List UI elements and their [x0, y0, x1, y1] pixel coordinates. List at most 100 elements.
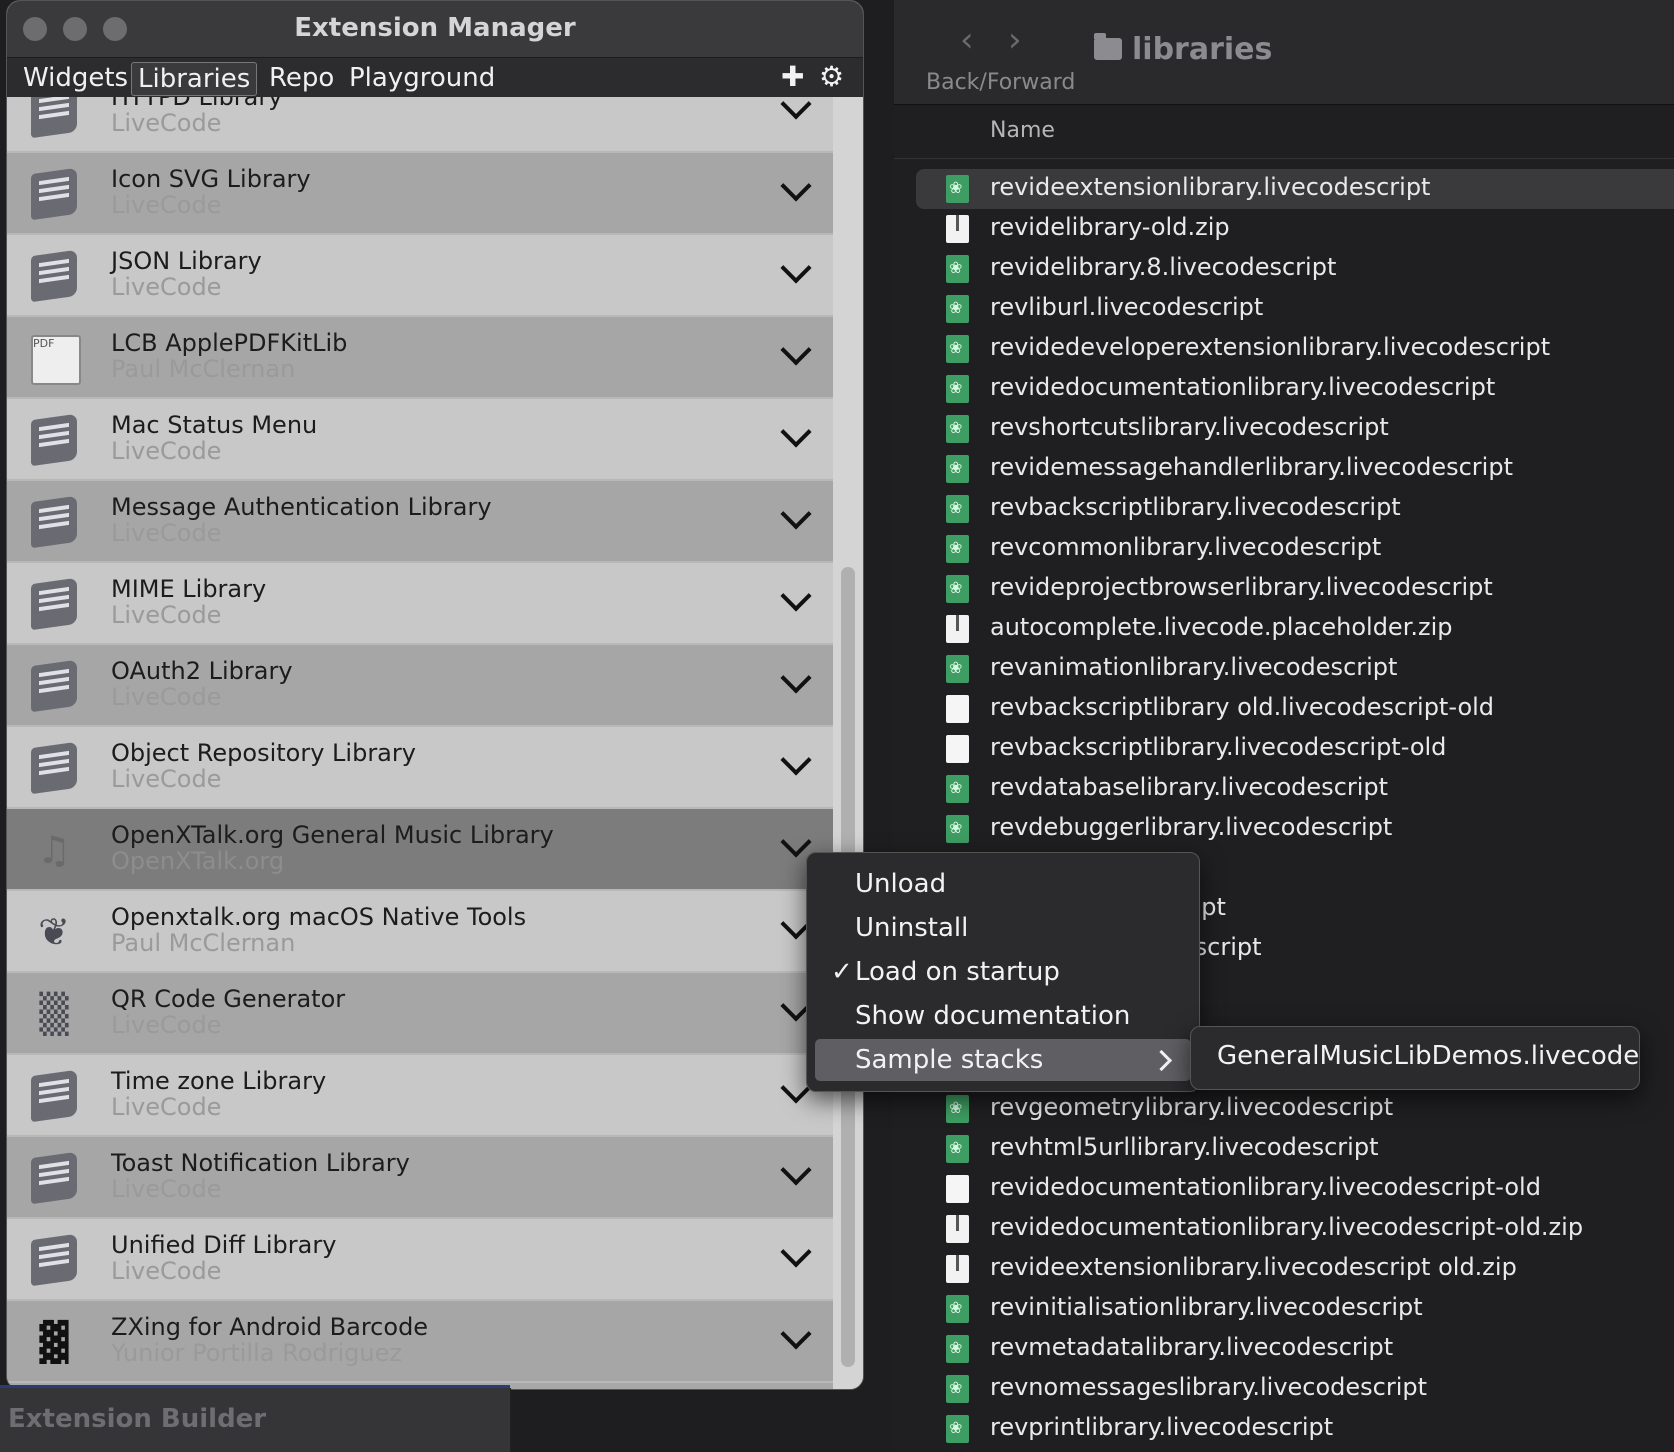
extension-row[interactable]: ❦ Openxtalk.org macOS Native Tools Paul Mc…: [7, 891, 833, 973]
chevron-down-icon[interactable]: [780, 662, 812, 694]
file-row[interactable]: revidedocumentationlibrary.livecodescrip…: [916, 369, 1674, 409]
tab-playground[interactable]: Playground: [343, 62, 501, 94]
extension-list: HTTPD Library LiveCode Icon SVG Library Liv…: [7, 97, 833, 1389]
chevron-down-icon[interactable]: [780, 416, 812, 448]
file-row[interactable]: revcommonlibrary.livecodescript: [916, 529, 1674, 569]
chevron-down-icon[interactable]: [780, 334, 812, 366]
finder-toolbar: ‹ › Back/Forward libraries: [894, 0, 1674, 105]
book-icon: [31, 167, 77, 221]
extension-row[interactable]: ♫ OpenXTalk.org General Music Library Open…: [7, 809, 833, 891]
file-row[interactable]: revbackscriptlibrary.livecodescript: [916, 489, 1674, 529]
menu-item-show-documentation[interactable]: Show documentation: [815, 995, 1191, 1037]
menu-item-label: Sample stacks: [855, 1045, 1044, 1075]
file-row[interactable]: revidelibrary-old.zip: [916, 209, 1674, 249]
file-row[interactable]: revideextensionlibrary.livecodescript ol…: [916, 1249, 1674, 1289]
livecode-script-icon: [946, 1095, 969, 1123]
chevron-down-icon[interactable]: [780, 252, 812, 284]
file-row[interactable]: revanimationlibrary.livecodescript: [916, 649, 1674, 689]
file-row[interactable]: revshortcutslibrary.livecodescript: [916, 409, 1674, 449]
zip-file-icon: [946, 615, 969, 643]
extension-row[interactable]: Icon SVG Library LiveCode: [7, 153, 833, 235]
chevron-down-icon[interactable]: [780, 826, 812, 858]
zip-file-icon: [946, 1255, 969, 1283]
tab-repo[interactable]: Repo: [263, 62, 340, 94]
extension-author: LiveCode: [111, 519, 222, 547]
file-row[interactable]: revgeometrylibrary.livecodescript: [916, 1089, 1674, 1129]
tab-libraries[interactable]: Libraries: [131, 62, 258, 96]
file-row[interactable]: revidedocumentationlibrary.livecodescrip…: [916, 1209, 1674, 1249]
name-column-header[interactable]: Name: [894, 104, 1674, 159]
extension-row[interactable]: PDF LCB ApplePDFKitLib Paul McClernan: [7, 317, 833, 399]
nav-caption: Back/Forward: [926, 70, 1076, 95]
chevron-down-icon[interactable]: [780, 498, 812, 530]
file-row[interactable]: revidemessagehandlerlibrary.livecodescri…: [916, 449, 1674, 489]
file-name: revdebuggerlibrary.livecodescript: [990, 813, 1393, 841]
file-row[interactable]: autocomplete.livecode.placeholder.zip: [916, 609, 1674, 649]
file-row[interactable]: revprintlibrary.livecodescript: [916, 1409, 1674, 1449]
back-icon[interactable]: ‹: [960, 20, 974, 60]
file-name: revidedocumentationlibrary.livecodescrip…: [990, 1173, 1541, 1201]
extension-author: LiveCode: [111, 1257, 222, 1285]
file-row[interactable]: revidelibrary.8.livecodescript: [916, 249, 1674, 289]
chevron-down-icon[interactable]: [780, 1236, 812, 1268]
file-name: revideprojectbrowserlibrary.livecodescri…: [990, 573, 1493, 601]
file-row[interactable]: revliburl.livecodescript: [916, 289, 1674, 329]
title-bar[interactable]: Extension Manager: [7, 1, 863, 57]
scrollbar[interactable]: [833, 97, 863, 1389]
apple-icon: ❦: [38, 910, 70, 954]
file-name: revidedocumentationlibrary.livecodescrip…: [990, 1213, 1584, 1241]
livecode-script-icon: [946, 495, 969, 523]
extension-row[interactable]: Time zone Library LiveCode: [7, 1055, 833, 1137]
extension-builder-window[interactable]: Extension Builder: [0, 1388, 511, 1452]
file-row[interactable]: revnomessageslibrary.livecodescript: [916, 1369, 1674, 1409]
extension-row[interactable]: HTTPD Library LiveCode: [7, 97, 833, 153]
extension-row[interactable]: Message Authentication Library LiveCode: [7, 481, 833, 563]
file-row[interactable]: revinitialisationlibrary.livecodescript: [916, 1289, 1674, 1329]
file-row[interactable]: revideprojectbrowserlibrary.livecodescri…: [916, 569, 1674, 609]
file-row[interactable]: revbackscriptlibrary old.livecodescript-…: [916, 689, 1674, 729]
extension-row[interactable]: Toast Notification Library LiveCode: [7, 1137, 833, 1219]
extension-row[interactable]: Object Repository Library LiveCode: [7, 727, 833, 809]
checkmark-icon: ✓: [831, 957, 853, 987]
chevron-down-icon[interactable]: [780, 1154, 812, 1186]
file-row[interactable]: revideextensionlibrary.livecodescript: [916, 169, 1674, 209]
extension-name: Mac Status Menu: [111, 411, 318, 439]
file-name: revbackscriptlibrary.livecodescript: [990, 493, 1401, 521]
file-row[interactable]: revhtml5urllibrary.livecodescript: [916, 1129, 1674, 1169]
chevron-down-icon[interactable]: [780, 580, 812, 612]
plus-icon[interactable]: ✚: [781, 60, 804, 93]
menu-item-sample-stacks[interactable]: Sample stacks: [815, 1039, 1191, 1081]
extension-name: Time zone Library: [111, 1067, 327, 1095]
document-icon: [946, 1175, 969, 1203]
chevron-down-icon[interactable]: [780, 1318, 812, 1350]
file-row[interactable]: revidedeveloperextensionlibrary.livecode…: [916, 329, 1674, 369]
extension-name: Openxtalk.org macOS Native Tools: [111, 903, 527, 931]
file-name: revnomessageslibrary.livecodescript: [990, 1373, 1428, 1401]
extension-row[interactable]: Mac Status Menu LiveCode: [7, 399, 833, 481]
pdf-icon: PDF: [31, 335, 81, 385]
file-row[interactable]: revdebuggerlibrary.livecodescript: [916, 809, 1674, 849]
chevron-down-icon[interactable]: [780, 170, 812, 202]
extension-row[interactable]: ▓ ZXing for Android Barcode Yunior Portill…: [7, 1301, 833, 1383]
tab-widgets[interactable]: Widgets: [17, 62, 134, 94]
extension-row[interactable]: ▒ QR Code Generator LiveCode: [7, 973, 833, 1055]
menu-item-load-on-startup[interactable]: ✓ Load on startup: [815, 951, 1191, 993]
extension-row[interactable]: MIME Library LiveCode: [7, 563, 833, 645]
menu-item-uninstall[interactable]: Uninstall: [815, 907, 1191, 949]
file-name: revinitialisationlibrary.livecodescript: [990, 1293, 1423, 1321]
submenu-item-demo-stack[interactable]: GeneralMusicLibDemos.livecode: [1191, 1027, 1639, 1089]
file-row[interactable]: revmetadatalibrary.livecodescript: [916, 1329, 1674, 1369]
file-row[interactable]: revbackscriptlibrary.livecodescript-old: [916, 729, 1674, 769]
extension-row[interactable]: Unified Diff Library LiveCode: [7, 1219, 833, 1301]
file-row[interactable]: revidedocumentationlibrary.livecodescrip…: [916, 1169, 1674, 1209]
chevron-down-icon[interactable]: [780, 97, 812, 120]
file-name: revidemessagehandlerlibrary.livecodescri…: [990, 453, 1513, 481]
chevron-down-icon[interactable]: [780, 744, 812, 776]
menu-item-unload[interactable]: Unload: [815, 863, 1191, 905]
gear-icon[interactable]: ⚙: [819, 60, 844, 93]
forward-icon[interactable]: ›: [1008, 20, 1022, 60]
extension-row[interactable]: JSON Library LiveCode: [7, 235, 833, 317]
file-name: revshortcutslibrary.livecodescript: [990, 413, 1389, 441]
file-row[interactable]: revdatabaselibrary.livecodescript: [916, 769, 1674, 809]
extension-row[interactable]: OAuth2 Library LiveCode: [7, 645, 833, 727]
